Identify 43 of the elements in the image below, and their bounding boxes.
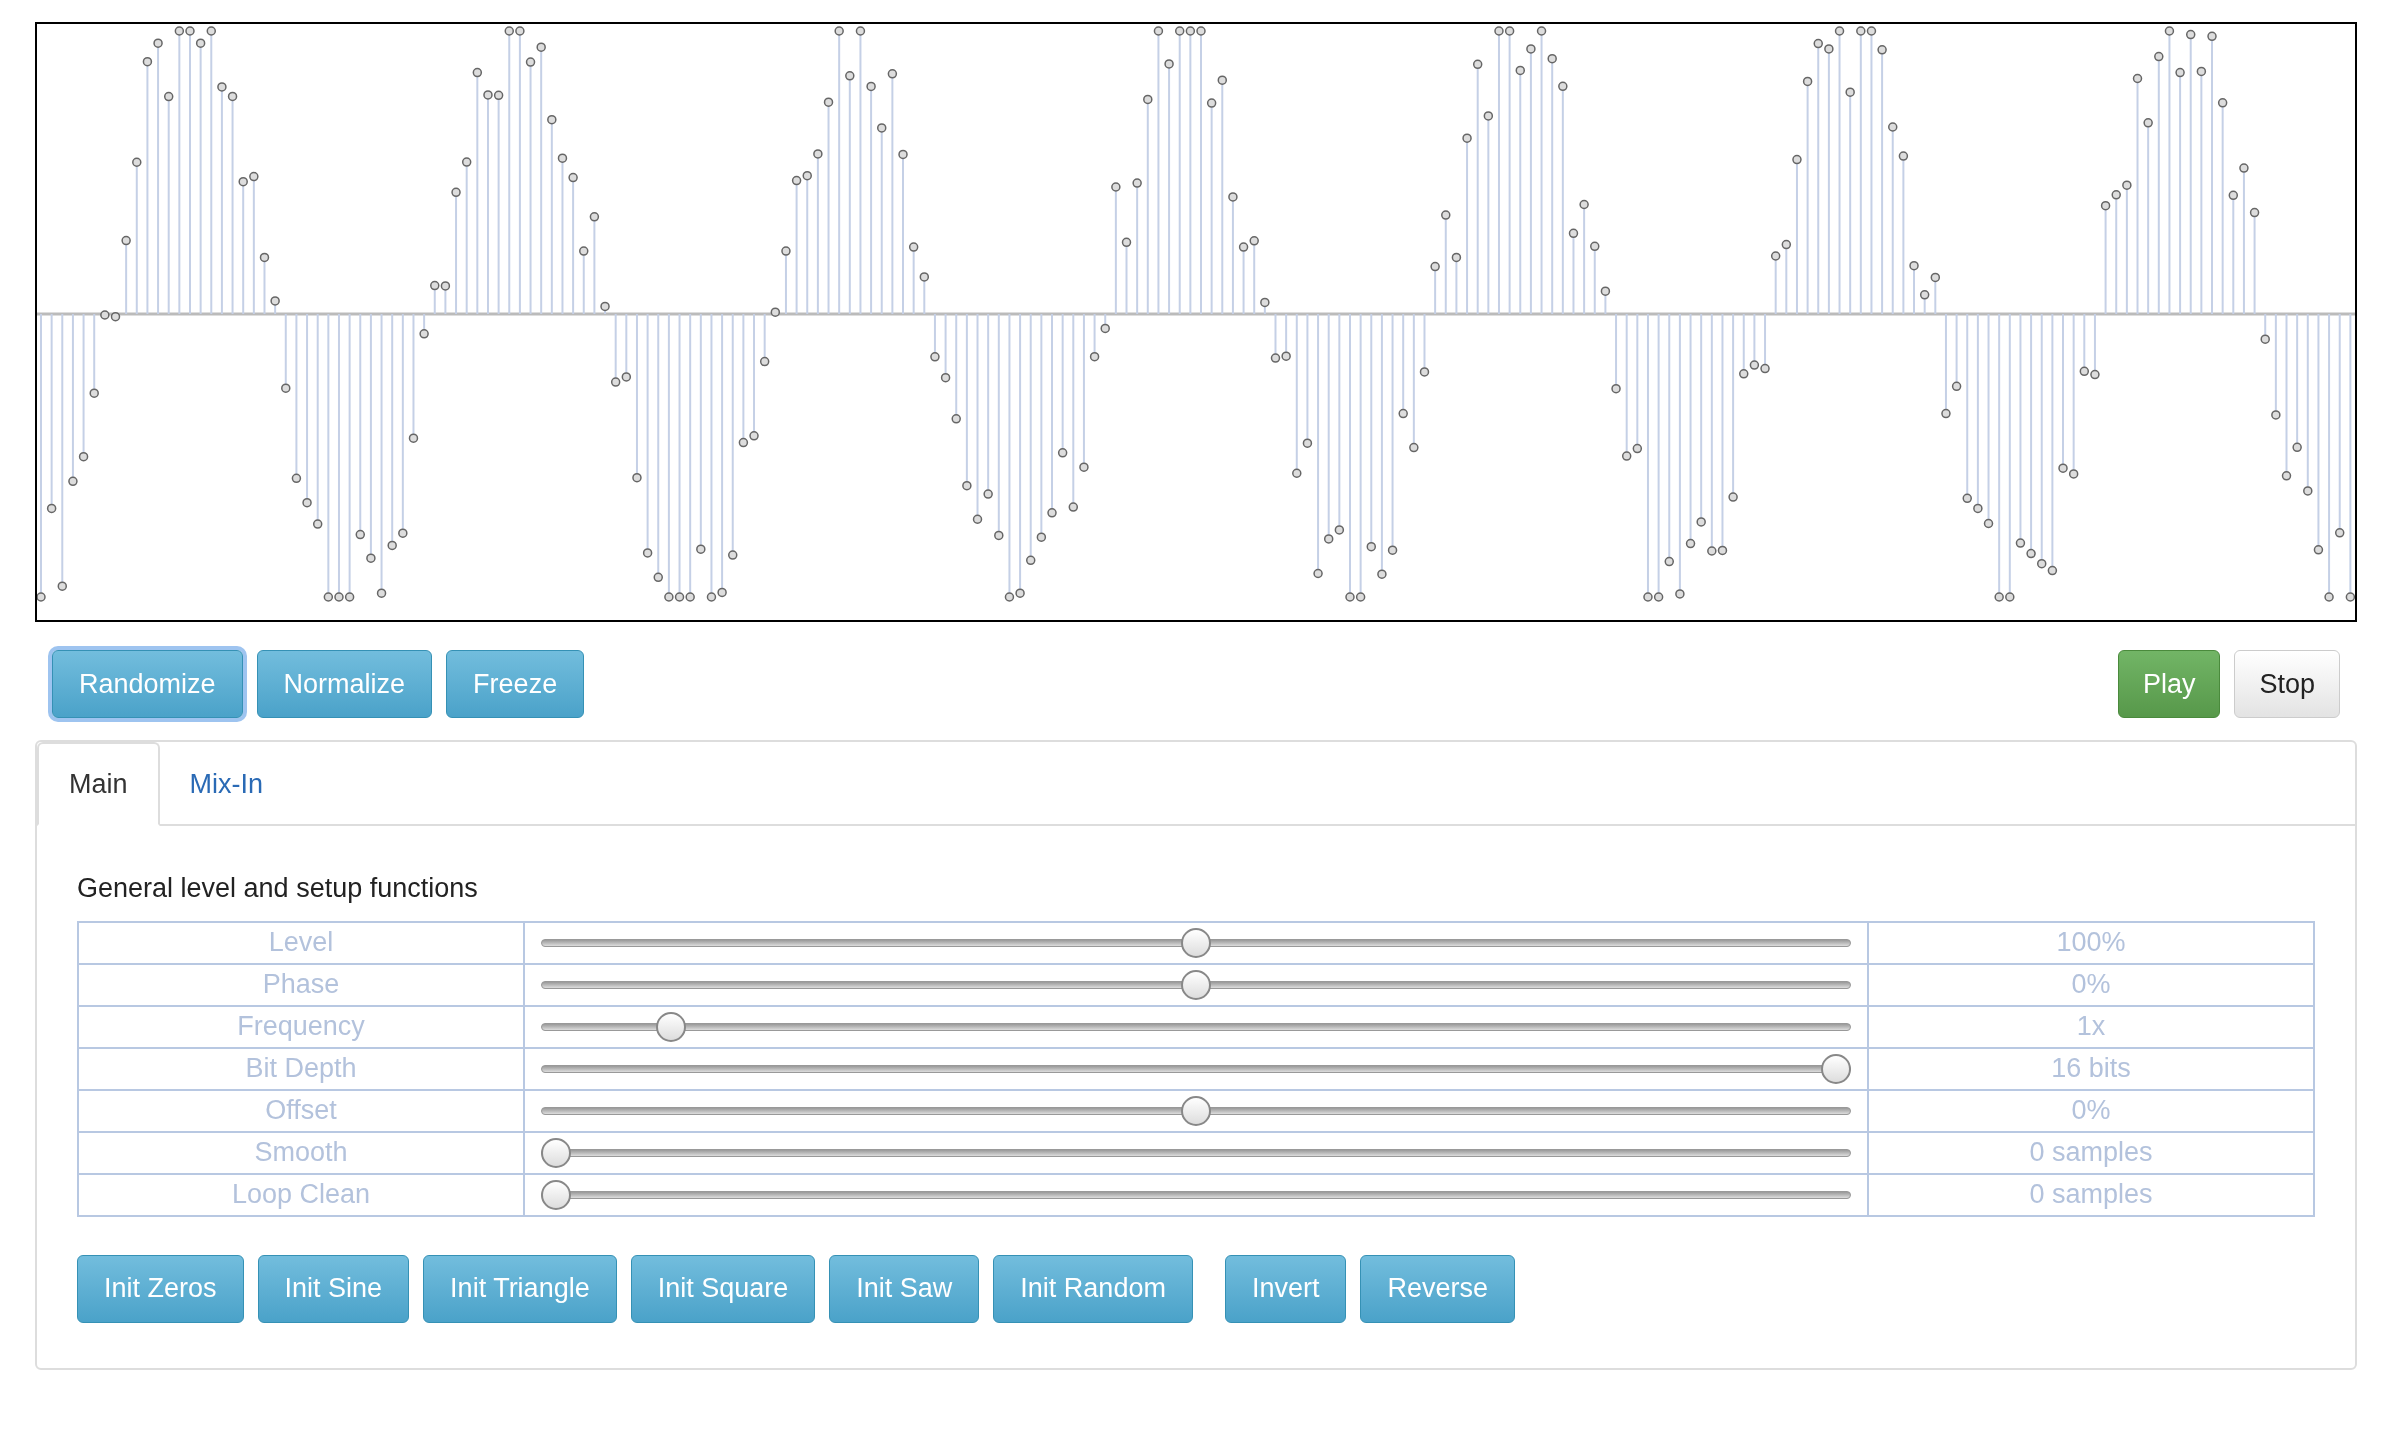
parameter-name: Phase (78, 963, 524, 1006)
parameter-name: Loop Clean (78, 1173, 524, 1216)
parameter-value: 16 bits (1868, 1047, 2314, 1090)
parameter-value: 100% (1868, 921, 2314, 964)
parameter-name: Smooth (78, 1131, 524, 1174)
function-button[interactable]: Init Saw (829, 1254, 980, 1323)
parameter-value: 0% (1868, 963, 2314, 1006)
slider-thumb[interactable] (1821, 1053, 1851, 1084)
function-button[interactable]: Init Zeros (77, 1254, 244, 1323)
playback-button[interactable]: Stop (2234, 650, 2340, 718)
toolbar-button[interactable]: Normalize (256, 650, 433, 718)
function-button[interactable]: Invert (1224, 1254, 1347, 1323)
parameter-value: 0% (1868, 1089, 2314, 1132)
slider[interactable] (541, 968, 1851, 1001)
function-button[interactable]: Reverse (1360, 1254, 1515, 1323)
function-button[interactable]: Init Random (993, 1254, 1193, 1323)
function-button[interactable]: Init Sine (257, 1254, 410, 1323)
function-button[interactable]: Init Triangle (423, 1254, 617, 1323)
slider-thumb[interactable] (1181, 927, 1211, 958)
parameter-value: 1x (1868, 1005, 2314, 1048)
parameter-value: 0 samples (1868, 1173, 2314, 1216)
tab[interactable]: Mix-In (159, 742, 294, 826)
function-button[interactable]: Init Square (630, 1254, 816, 1323)
slider[interactable] (541, 1178, 1851, 1211)
slider[interactable] (541, 1052, 1851, 1085)
parameter-name: Level (78, 921, 524, 964)
playback-button[interactable]: Play (2117, 650, 2221, 718)
slider-thumb[interactable] (1181, 969, 1211, 1000)
slider[interactable] (541, 926, 1851, 959)
slider-thumb[interactable] (541, 1179, 571, 1210)
toolbar-button[interactable]: Freeze (446, 650, 585, 718)
slider[interactable] (541, 1010, 1851, 1043)
slider-thumb[interactable] (1181, 1095, 1211, 1126)
slider[interactable] (541, 1136, 1851, 1169)
slider[interactable] (541, 1094, 1851, 1127)
slider-thumb[interactable] (656, 1011, 687, 1042)
section-title: General level and setup functions (77, 872, 479, 905)
parameter-name: Offset (78, 1089, 524, 1132)
parameter-name: Bit Depth (78, 1047, 524, 1090)
slider-thumb[interactable] (541, 1137, 571, 1168)
tab[interactable]: Main (37, 742, 160, 826)
parameter-name: Frequency (78, 1005, 524, 1048)
parameter-value: 0 samples (1868, 1131, 2314, 1174)
